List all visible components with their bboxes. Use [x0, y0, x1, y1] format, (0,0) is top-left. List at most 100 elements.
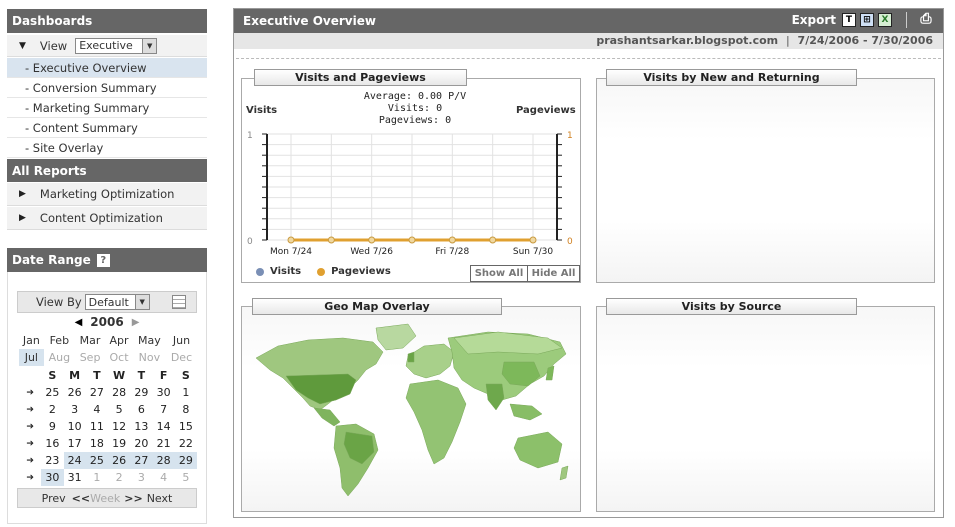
southeast-asia[interactable] [509, 403, 543, 421]
month-cell[interactable]: Jun [166, 332, 197, 349]
day-cell[interactable]: 31 [64, 469, 86, 486]
visits-pageviews-title[interactable]: Visits and Pageviews [254, 69, 467, 86]
collapse-triangle-icon[interactable]: ▼ [19, 41, 26, 51]
select-week-arrow-icon[interactable]: ➔ [19, 401, 41, 418]
day-cell[interactable]: 3 [64, 401, 86, 418]
month-cell[interactable]: Mar [75, 332, 105, 349]
data-point[interactable] [287, 236, 295, 244]
calendar-icon[interactable] [172, 295, 186, 309]
day-cell[interactable]: 18 [86, 435, 108, 452]
legend-visits[interactable]: Visits [270, 266, 301, 277]
month-cell[interactable]: Jan [19, 332, 44, 349]
new-returning-title[interactable]: Visits by New and Returning [606, 69, 857, 86]
day-cell[interactable]: 7 [153, 401, 175, 418]
day-cell[interactable]: 13 [130, 418, 152, 435]
day-cell[interactable]: 2 [41, 401, 63, 418]
report-marketing-optimization[interactable]: ▶ Marketing Optimization [7, 183, 207, 206]
month-cell-selected[interactable]: Jul [19, 349, 44, 366]
day-cell[interactable]: 1 [175, 384, 197, 401]
select-week-arrow-icon[interactable]: ➔ [19, 435, 41, 452]
dropdown-arrow-icon[interactable]: ▼ [142, 38, 157, 53]
day-cell[interactable]: 29 [174, 452, 197, 469]
greenland[interactable] [375, 323, 417, 351]
legend-pageviews[interactable]: Pageviews [331, 266, 391, 277]
next-link[interactable]: Next [147, 492, 173, 505]
day-cell[interactable]: 15 [175, 418, 197, 435]
usa[interactable] [285, 373, 357, 405]
data-point[interactable] [448, 236, 456, 244]
data-point[interactable] [368, 236, 376, 244]
day-cell[interactable]: 22 [175, 435, 197, 452]
sidebar-item-site-overlay[interactable]: - Site Overlay [7, 138, 207, 158]
day-cell[interactable]: 14 [153, 418, 175, 435]
africa[interactable] [405, 379, 467, 465]
dropdown-arrow-icon[interactable]: ▼ [134, 295, 149, 309]
prev-link[interactable]: Prev [42, 492, 66, 505]
next-year-icon[interactable]: ▶ [132, 317, 140, 328]
select-week-arrow-icon[interactable]: ➔ [19, 469, 41, 486]
australia[interactable] [513, 431, 563, 469]
day-cell[interactable]: 30 [41, 469, 64, 486]
show-all-button[interactable]: Show All [471, 266, 528, 281]
select-week-arrow-icon[interactable]: ➔ [19, 452, 41, 469]
day-cell[interactable]: 23 [41, 452, 63, 469]
visits-by-source-title[interactable]: Visits by Source [606, 298, 857, 315]
print-icon[interactable]: ⎙ [919, 12, 933, 27]
uk[interactable] [407, 351, 415, 363]
day-cell[interactable]: 11 [86, 418, 108, 435]
day-cell[interactable]: 4 [153, 469, 175, 486]
day-cell[interactable]: 5 [175, 469, 197, 486]
day-cell[interactable]: 12 [108, 418, 130, 435]
data-point[interactable] [327, 236, 335, 244]
day-cell[interactable]: 5 [108, 401, 130, 418]
day-cell[interactable]: 4 [86, 401, 108, 418]
month-cell[interactable]: Apr [105, 332, 133, 349]
sidebar-item-conversion-summary[interactable]: - Conversion Summary [7, 78, 207, 98]
day-cell[interactable]: 30 [153, 384, 175, 401]
export-excel-icon[interactable]: X [878, 13, 892, 27]
data-point[interactable] [529, 236, 537, 244]
sidebar-item-executive-overview[interactable]: - Executive Overview [7, 58, 207, 78]
data-point[interactable] [489, 236, 497, 244]
export-text-icon[interactable]: T [842, 13, 856, 27]
sidebar-item-marketing-summary[interactable]: - Marketing Summary [7, 98, 207, 118]
day-cell[interactable]: 28 [152, 452, 175, 469]
day-cell[interactable]: 1 [86, 469, 108, 486]
day-cell[interactable]: 17 [64, 435, 86, 452]
select-week-arrow-icon[interactable]: ➔ [19, 384, 41, 401]
prev-year-icon[interactable]: ◀ [75, 317, 83, 328]
month-cell[interactable]: May [133, 332, 166, 349]
select-week-arrow-icon[interactable]: ➔ [19, 418, 41, 435]
day-cell[interactable]: 28 [108, 384, 130, 401]
day-cell[interactable]: 2 [108, 469, 130, 486]
view-by-select[interactable]: Default ▼ [84, 294, 150, 310]
next-arrows-icon[interactable]: >> [124, 492, 142, 505]
view-select[interactable]: Executive ▼ [75, 37, 158, 54]
sidebar-item-content-summary[interactable]: - Content Summary [7, 118, 207, 138]
day-cell[interactable]: 8 [175, 401, 197, 418]
new-zealand[interactable] [559, 465, 569, 481]
world-map[interactable] [248, 318, 570, 506]
day-cell[interactable]: 9 [41, 418, 63, 435]
day-cell[interactable]: 3 [130, 469, 152, 486]
help-icon[interactable]: ? [96, 253, 110, 267]
day-cell[interactable]: 19 [108, 435, 130, 452]
day-cell[interactable]: 21 [153, 435, 175, 452]
report-content-optimization[interactable]: ▶ Content Optimization [7, 207, 207, 230]
day-cell[interactable]: 24 [63, 452, 86, 469]
day-cell[interactable]: 26 [108, 452, 131, 469]
day-cell[interactable]: 27 [86, 384, 108, 401]
day-cell[interactable]: 16 [41, 435, 63, 452]
india[interactable] [485, 383, 505, 411]
day-cell[interactable]: 6 [130, 401, 152, 418]
day-cell[interactable]: 25 [41, 384, 63, 401]
day-cell[interactable]: 20 [130, 435, 152, 452]
day-cell[interactable]: 27 [130, 452, 153, 469]
hide-all-button[interactable]: Hide All [528, 266, 579, 281]
geo-map-title[interactable]: Geo Map Overlay [252, 298, 502, 315]
prev-arrows-icon[interactable]: << [72, 492, 90, 505]
day-cell[interactable]: 29 [130, 384, 152, 401]
month-cell[interactable]: Feb [44, 332, 75, 349]
day-cell[interactable]: 10 [64, 418, 86, 435]
data-point[interactable] [408, 236, 416, 244]
